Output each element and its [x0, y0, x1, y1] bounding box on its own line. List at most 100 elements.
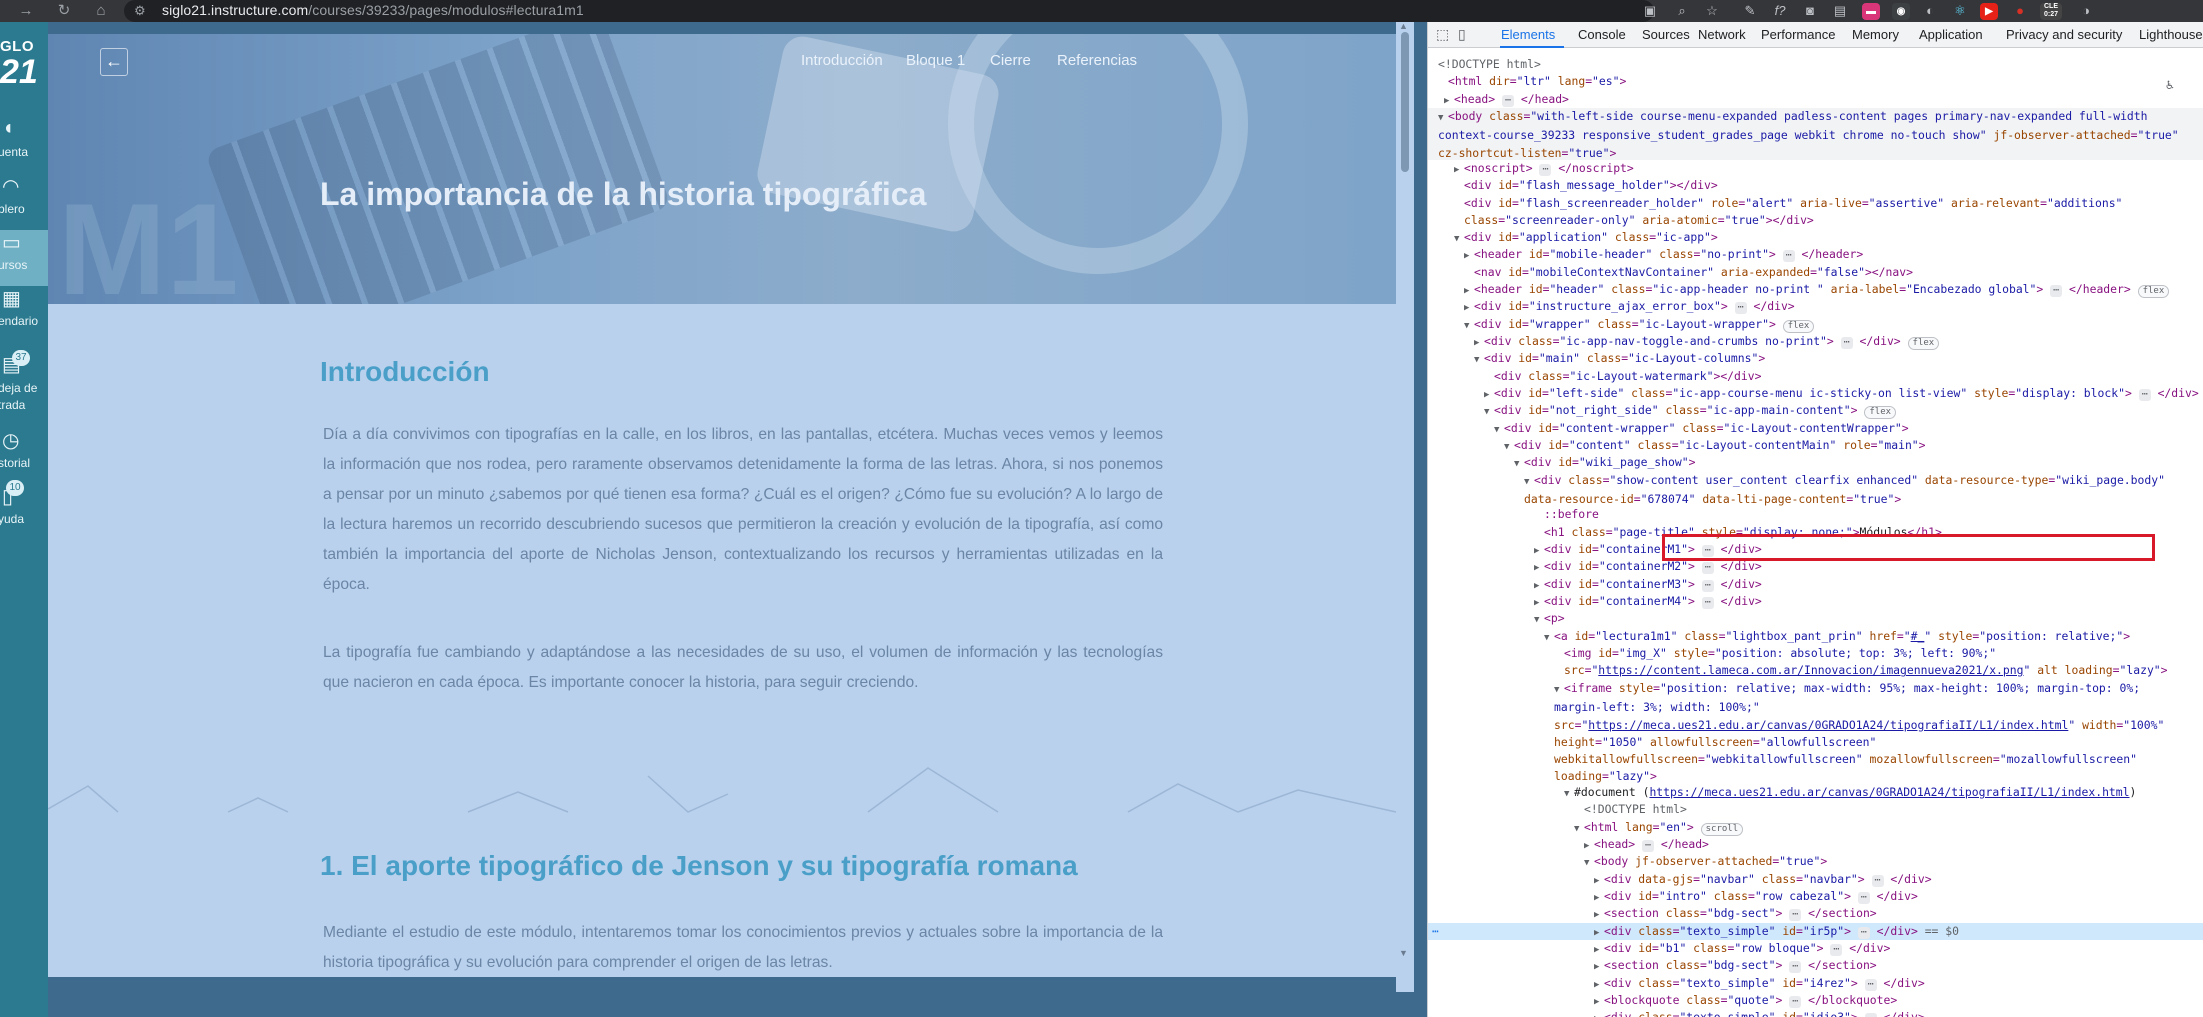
- dom-node[interactable]: ▶ <div id="containerM3"> ⋯ </div>: [1428, 576, 2203, 593]
- banner-keyboard-image: [204, 34, 672, 304]
- font-extension-icon[interactable]: f?: [1770, 1, 1790, 21]
- dom-node[interactable]: ▶ <div data-gjs="navbar" class="navbar"> …: [1428, 871, 2203, 888]
- tab-lighthouse[interactable]: Lighthouse: [2139, 27, 2203, 42]
- nav-link-referencias[interactable]: Referencias: [1057, 52, 1137, 69]
- tab-privacy-security[interactable]: Privacy and security: [2006, 27, 2122, 42]
- dom-node[interactable]: ▼ <div id="content-wrapper" class="ic-Lay…: [1428, 420, 2203, 437]
- canvas-global-nav: GLO 21 ◖ uenta ◠ blero ▭ ursos ▦ endario…: [0, 22, 48, 1017]
- dom-node[interactable]: <nav id="mobileContextNavContainer" aria…: [1428, 264, 2203, 281]
- scroll-down-icon[interactable]: ▼: [1399, 948, 1408, 958]
- reload-icon[interactable]: ↻: [54, 1, 74, 21]
- calendar-icon: ▦: [2, 288, 21, 310]
- nav-link-introduccion[interactable]: Introducción: [801, 52, 883, 69]
- history-icon: ◷: [2, 430, 20, 452]
- forward-icon[interactable]: →: [16, 1, 36, 21]
- url-domain: siglo21.instructure.com: [162, 2, 309, 18]
- dom-node[interactable]: ▶ <section class="bdg-sect"> ⋯ </section>: [1428, 957, 2203, 974]
- dom-node-iframe[interactable]: ▼ <iframe style="position: relative; max-…: [1428, 680, 2203, 783]
- dom-node[interactable]: <html dir="ltr" lang="es">: [1428, 73, 2203, 90]
- dom-node[interactable]: ▶ <header id="header" class="ic-app-heade…: [1428, 281, 2203, 298]
- eyedropper-extension-icon[interactable]: ✎: [1740, 1, 1760, 21]
- global-nav-dashboard[interactable]: ◠ blero: [0, 174, 48, 230]
- dashboard-icon: ◠: [2, 176, 20, 198]
- dom-node[interactable]: ▶ <div id="intro" class="row cabezal"> ⋯ …: [1428, 888, 2203, 905]
- global-nav-calendar[interactable]: ▦ endario: [0, 286, 48, 342]
- profile-icon[interactable]: ◑: [2076, 1, 2096, 21]
- youtube-extension-icon[interactable]: ▶: [1980, 3, 1998, 20]
- bookmark-star-icon[interactable]: ☆: [1702, 1, 1722, 21]
- dom-node[interactable]: ▼ <a id="lectura1m1" class="lightbox_pant…: [1428, 628, 2203, 645]
- install-app-icon[interactable]: ▣: [1640, 1, 1660, 21]
- siglo21-logo[interactable]: GLO 21: [0, 38, 48, 89]
- dom-node[interactable]: ▼ <div class="show-content user_content c…: [1428, 472, 2203, 506]
- iframe-document-url[interactable]: https://meca.ues21.edu.ar/canvas/0GRADO1…: [1649, 785, 2129, 799]
- timer-extension-badge[interactable]: CLE 0:27: [2040, 3, 2062, 20]
- dom-node[interactable]: ▶ <div class="texto_simple" id="i4rez"> ⋯…: [1428, 975, 2203, 992]
- dom-node[interactable]: <div id="flash_message_holder"></div>: [1428, 177, 2203, 194]
- dom-node[interactable]: ▼ <html lang="en"> scroll: [1428, 819, 2203, 836]
- dom-node[interactable]: ▼ <div id="main" class="ic-Layout-columns…: [1428, 350, 2203, 367]
- dom-node[interactable]: ▼ <div id="wrapper" class="ic-Layout-wrap…: [1428, 316, 2203, 333]
- react-devtools-icon[interactable]: ⚛: [1950, 1, 1970, 21]
- dom-node[interactable]: ▶ <head> ⋯ </head>: [1428, 836, 2203, 853]
- scrollbar-thumb[interactable]: [1401, 32, 1409, 172]
- dom-node[interactable]: <!DOCTYPE html>: [1428, 801, 2203, 818]
- dom-node[interactable]: ▼ <div id="application" class="ic-app">: [1428, 229, 2203, 246]
- home-icon[interactable]: ⌂: [91, 1, 111, 21]
- dom-node[interactable]: <div class="ic-Layout-watermark"></div>: [1428, 368, 2203, 385]
- tab-elements[interactable]: Elements: [1501, 27, 1555, 42]
- tab-performance[interactable]: Performance: [1761, 27, 1835, 42]
- iframe-scrollbar[interactable]: ▲ ▼: [1396, 22, 1414, 992]
- dom-node-document[interactable]: ▼ #document (https://meca.ues21.edu.ar/ca…: [1428, 784, 2203, 801]
- record-extension-icon[interactable]: ●: [2010, 1, 2030, 21]
- dom-node[interactable]: ▶ <div id="instructure_ajax_error_box"> ⋯…: [1428, 298, 2203, 315]
- address-bar[interactable]: ⚙ siglo21.instructure.com/courses/39233/…: [124, 0, 1654, 22]
- site-settings-icon[interactable]: ⚙: [134, 3, 146, 19]
- dom-node[interactable]: ▶ <head> ⋯ </head>: [1428, 91, 2203, 108]
- dom-node-selected[interactable]: ⋯ ▶ <div class="texto_simple" id="ir5p"> ⋯…: [1428, 923, 2203, 941]
- nav-link-bloque-1[interactable]: Bloque 1: [906, 52, 965, 69]
- tab-application[interactable]: Application: [1919, 27, 1983, 42]
- dom-node[interactable]: ▼ <div id="not_right_side" class="ic-app-…: [1428, 402, 2203, 419]
- tab-sources[interactable]: Sources: [1642, 27, 1690, 42]
- dom-node[interactable]: ▶ <section class="bdg-sect"> ⋯ </section>: [1428, 905, 2203, 922]
- global-nav-account[interactable]: ◖ uenta: [0, 117, 48, 173]
- cookie-extension-icon[interactable]: ◐: [1920, 1, 1940, 21]
- dom-node[interactable]: ▶ <div class="ic-app-nav-toggle-and-crumb…: [1428, 333, 2203, 350]
- dom-node[interactable]: ▶ <header id="mobile-header" class="no-pr…: [1428, 246, 2203, 263]
- dom-node[interactable]: ▶ <noscript> ⋯ </noscript>: [1428, 160, 2203, 177]
- dom-node[interactable]: ▼ <div id="content" class="ic-Layout-cont…: [1428, 437, 2203, 454]
- nav-link-cierre[interactable]: Cierre: [990, 52, 1031, 69]
- dom-node[interactable]: <img id="img_X" style="position: absolut…: [1428, 645, 2203, 679]
- dom-node[interactable]: ::before: [1428, 506, 2203, 523]
- dom-node[interactable]: <!DOCTYPE html>: [1428, 56, 2203, 73]
- scroll-up-icon[interactable]: ▲: [1399, 22, 1408, 31]
- tab-memory[interactable]: Memory: [1852, 27, 1899, 42]
- dom-node-body[interactable]: ▼ <body class="with-left-side course-menu…: [1428, 108, 2203, 160]
- pink-extension-icon[interactable]: ▬: [1862, 3, 1880, 20]
- dom-node[interactable]: ▶ <blockquote class="quote"> ⋯ </blockquo…: [1428, 992, 2203, 1009]
- inspect-element-icon[interactable]: ⬚: [1436, 26, 1449, 43]
- url-text[interactable]: siglo21.instructure.com/courses/39233/pa…: [162, 2, 584, 18]
- global-nav-history[interactable]: ◷ storial: [0, 428, 48, 484]
- device-toolbar-icon[interactable]: ▯: [1458, 26, 1466, 43]
- camera-extension-icon[interactable]: ◙: [1800, 1, 1820, 21]
- dom-node[interactable]: ▶ <div id="b1" class="row bloque"> ⋯ </di…: [1428, 940, 2203, 957]
- global-nav-inbox[interactable]: ▤ 37 deja de trada: [0, 350, 48, 422]
- dom-node[interactable]: ▶ <div id="containerM4"> ⋯ </div>: [1428, 593, 2203, 610]
- dom-node[interactable]: ▼ <div id="wiki_page_show">: [1428, 454, 2203, 471]
- dom-node[interactable]: ▶ <div id="left-side" class="ic-app-cours…: [1428, 385, 2203, 402]
- global-nav-courses[interactable]: ▭ ursos: [0, 230, 48, 286]
- dom-node[interactable]: ▶<div class="texto_simple" id="idjo3"> ⋯…: [1428, 1009, 2203, 1017]
- global-nav-label: endario: [0, 314, 39, 328]
- zoom-icon[interactable]: ⌕: [1672, 1, 1692, 21]
- image-extension-icon[interactable]: ▤: [1830, 1, 1850, 21]
- dom-node[interactable]: <div id="flash_screenreader_holder" role…: [1428, 195, 2203, 229]
- global-nav-help[interactable]: ▯ 10 yuda: [0, 480, 48, 540]
- back-arrow-button[interactable]: ←: [100, 48, 128, 76]
- tab-console[interactable]: Console: [1578, 27, 1626, 42]
- tab-network[interactable]: Network: [1698, 27, 1746, 42]
- dom-node[interactable]: ▼ <body jf-observer-attached="true">: [1428, 853, 2203, 870]
- dom-node[interactable]: ▼ <p>: [1428, 610, 2203, 627]
- reader-extension-icon[interactable]: ◉: [1892, 3, 1910, 20]
